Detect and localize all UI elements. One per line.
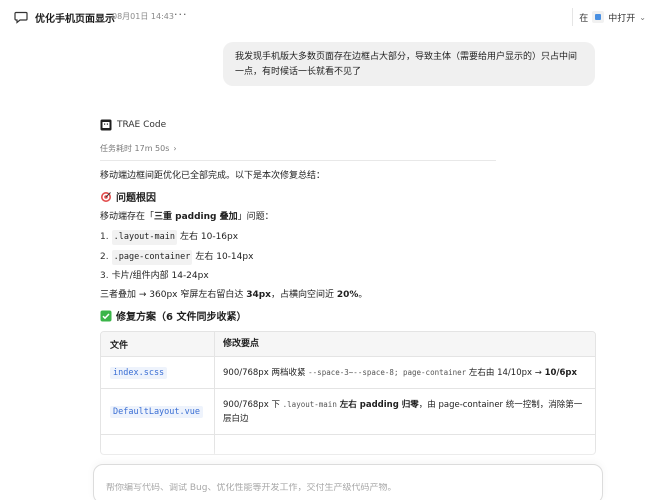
- change-text: 900/768px 下: [223, 399, 283, 410]
- editor-app-icon: [592, 11, 605, 23]
- message-input[interactable]: [106, 483, 590, 493]
- problem-suffix: 」问题：: [237, 212, 274, 222]
- table-cell-file: index.scss: [101, 357, 215, 388]
- list-text: 卡片/组件内部 14-24px: [111, 271, 209, 281]
- stack-bold-percent: 20%: [336, 290, 359, 300]
- problem-statement: 移动端存在「三重 padding 叠加」问题：: [100, 210, 596, 224]
- table-row: DefaultLayout.vue 900/768px 下 .layout-ma…: [101, 388, 595, 434]
- message-composer: [93, 464, 603, 500]
- assistant-response: TRAE Code 任务耗时 17m 50s › 移动端边框间距优化已全部完成。…: [100, 115, 596, 455]
- cause-list: 1. .layout-main 左右 10-16px 2. .page-cont…: [100, 230, 596, 283]
- stack-bold-value: 34px: [246, 290, 271, 300]
- summary-text: 移动端边框间距优化已全部完成。以下是本次修复总结：: [100, 171, 326, 181]
- list-text: 左右 10-16px: [180, 232, 239, 242]
- change-bold: 左右 padding 归零: [336, 399, 419, 410]
- task-duration-toggle[interactable]: 任务耗时 17m 50s ›: [100, 143, 596, 154]
- top-bar: 优化手机页面显示 08月01日 14:43 ··· 在 中打开 ⌄: [0, 0, 656, 34]
- section-heading-root-cause: 问题根因: [100, 189, 596, 204]
- fix-table: 文件 修改要点 index.scss 900/768px 两档收紧 --spac…: [100, 331, 596, 455]
- user-message-bubble: 我发现手机版大多数页面存在边框占大部分，导致主体（需要给用户显示的）只占中间一点…: [223, 42, 595, 86]
- file-name[interactable]: DefaultLayout.vue: [110, 405, 203, 418]
- chevron-right-icon: ›: [173, 144, 177, 153]
- problem-bold: 三重 padding 叠加: [154, 212, 238, 222]
- more-options-icon[interactable]: ···: [174, 8, 188, 21]
- change-text: 左右由 14/10px →: [466, 367, 545, 378]
- list-item: 1. .layout-main 左右 10-16px: [100, 230, 596, 245]
- assistant-name: TRAE Code: [117, 120, 167, 130]
- change-code: --space-3~--space-8; page-container: [308, 367, 467, 377]
- table-cell-changes: 900/768px 两档收紧 --space-3~--space-8; page…: [215, 357, 595, 388]
- assistant-header: TRAE Code: [100, 115, 596, 135]
- list-item: 3. 卡片/组件内部 14-24px: [100, 270, 596, 283]
- chevron-down-icon: ⌄: [639, 12, 646, 22]
- inline-code: .layout-main: [111, 230, 178, 245]
- list-item: 2. .page-container 左右 10-14px: [100, 250, 596, 265]
- table-header-row: 文件 修改要点: [101, 332, 595, 356]
- section-heading-fix-plan: 修复方案（6 文件同步收紧）: [100, 308, 596, 323]
- table-cell-changes: 900/768px 下 .layout-main 左右 padding 归零，由…: [215, 389, 595, 434]
- trae-logo-icon: [100, 119, 112, 131]
- table-header-changes: 修改要点: [223, 339, 260, 349]
- target-icon: [101, 191, 111, 202]
- list-number: 2.: [100, 252, 109, 262]
- change-text: 900/768px 两档收紧: [223, 367, 309, 378]
- section-title: 问题根因: [116, 193, 156, 204]
- change-code: .layout-main: [282, 399, 337, 409]
- chat-icon: [14, 11, 28, 24]
- table-header-file: 文件: [101, 332, 215, 356]
- table-row: index.scss 900/768px 两档收紧 --space-3~--sp…: [101, 356, 595, 388]
- open-in-button[interactable]: 在 中打开 ⌄: [572, 8, 646, 26]
- stack-prefix: 三者叠加 → 360px 窄屏左右留白达: [100, 290, 247, 300]
- file-name[interactable]: index.scss: [110, 366, 168, 379]
- divider: [100, 160, 496, 161]
- chat-date: 08月01日 14:43: [112, 12, 174, 21]
- problem-prefix: 移动端存在「: [100, 212, 155, 222]
- stack-mid: ，占横向空间近: [270, 290, 337, 300]
- list-number: 1.: [100, 232, 109, 242]
- list-number: 3.: [100, 271, 109, 281]
- inline-code: .page-container: [111, 250, 193, 265]
- check-mark-icon: [100, 310, 112, 321]
- section-title: 修复方案（6 文件同步收紧）: [116, 312, 247, 323]
- stacking-statement: 三者叠加 → 360px 窄屏左右留白达 34px，占横向空间近 20%。: [100, 288, 596, 302]
- list-text: 左右 10-14px: [195, 252, 254, 262]
- stack-suffix: 。: [358, 290, 368, 300]
- table-cell-file: DefaultLayout.vue: [101, 389, 215, 434]
- open-in-label: 中打开: [608, 13, 636, 24]
- change-bold: 10/6px: [544, 367, 577, 378]
- chat-title: 优化手机页面显示: [35, 14, 115, 25]
- task-duration: 任务耗时 17m 50s: [100, 144, 170, 153]
- open-in-prefix: 在: [579, 13, 589, 24]
